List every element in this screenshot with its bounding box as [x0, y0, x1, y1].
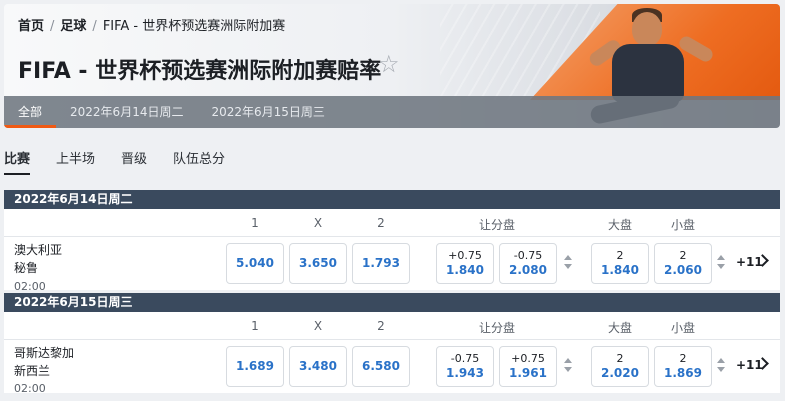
col-draw: X [313, 216, 323, 230]
under-button[interactable]: 2 1.869 [654, 346, 712, 387]
match-row[interactable]: 澳大利亚 秘鲁 02:00 5.040 3.650 1.793 +0.75 1.… [4, 237, 780, 293]
handicap-line: +0.75 [511, 352, 545, 365]
col-under: 小盘 [670, 321, 695, 335]
handicap-home-button[interactable]: +0.75 1.840 [436, 243, 494, 284]
breadcrumb-separator: / [50, 19, 55, 34]
col-handicap: 让分盘 [478, 321, 515, 335]
home-team[interactable]: 澳大利亚 [14, 241, 62, 258]
over-button[interactable]: 2 2.020 [591, 346, 649, 387]
under-button[interactable]: 2 2.060 [654, 243, 712, 284]
total-line: 2 [616, 249, 624, 262]
odds-value: 5.040 [236, 256, 274, 270]
odds-away-button[interactable]: 6.580 [352, 346, 410, 387]
sort-arrows-icon[interactable] [717, 358, 725, 374]
odds-value: 1.840 [446, 263, 484, 277]
star-icon[interactable]: ☆ [378, 50, 400, 78]
col-away-win: 2 [377, 216, 385, 230]
tab-date-jun14[interactable]: 2022年6月14日周二 [56, 96, 197, 128]
col-over: 大盘 [607, 321, 632, 335]
tab-all-dates[interactable]: 全部 [4, 96, 57, 128]
breadcrumb-separator: / [92, 19, 97, 34]
sort-arrows-icon[interactable] [564, 358, 572, 374]
handicap-line: +0.75 [448, 249, 482, 262]
match-row[interactable]: 哥斯达黎加 新西兰 02:00 1.689 3.480 6.580 -0.75 … [4, 340, 780, 395]
section-date-header: 2022年6月15日周三 [4, 293, 780, 312]
breadcrumb-home[interactable]: 首页 [18, 15, 44, 34]
odds-value: 1.961 [509, 366, 547, 380]
odds-value: 6.580 [362, 359, 400, 373]
odds-value: 1.793 [362, 256, 400, 270]
handicap-line: -0.75 [513, 249, 543, 262]
tab-team-totals[interactable]: 队伍总分 [173, 148, 225, 175]
col-handicap: 让分盘 [478, 218, 515, 232]
total-line: 2 [679, 249, 687, 262]
odds-draw-button[interactable]: 3.650 [289, 243, 347, 284]
col-draw: X [313, 319, 323, 333]
odds-value: 1.869 [664, 366, 702, 380]
odds-home-button[interactable]: 1.689 [226, 346, 284, 387]
handicap-line: -0.75 [450, 352, 480, 365]
odds-value: 1.943 [446, 366, 484, 380]
tab-date-jun15[interactable]: 2022年6月15日周三 [197, 96, 338, 128]
match-section: 2022年6月15日周三 1 X 2 让分盘 大盘 小盘 哥斯达黎加 新西兰 0… [4, 293, 780, 395]
odds-value: 2.060 [664, 263, 702, 277]
total-line: 2 [616, 352, 624, 365]
col-away-win: 2 [377, 319, 385, 333]
col-over: 大盘 [607, 218, 632, 232]
odds-value: 1.840 [601, 263, 639, 277]
odds-value: 1.689 [236, 359, 274, 373]
breadcrumb: 首页 / 足球 / FIFA - 世界杯预选赛洲际附加赛 [18, 15, 285, 34]
away-team[interactable]: 新西兰 [14, 362, 50, 379]
odds-draw-button[interactable]: 3.480 [289, 346, 347, 387]
column-header-row: 1 X 2 让分盘 大盘 小盘 [4, 312, 780, 340]
tab-qualification[interactable]: 晋级 [121, 148, 147, 175]
header-banner: 首页 / 足球 / FIFA - 世界杯预选赛洲际附加赛 FIFA - 世界杯预选赛洲际… [4, 4, 780, 128]
sort-arrows-icon[interactable] [564, 255, 572, 271]
player-head [632, 12, 662, 46]
section-date-header: 2022年6月14日周二 [4, 190, 780, 209]
col-under: 小盘 [670, 218, 695, 232]
odds-value: 2.080 [509, 263, 547, 277]
home-team[interactable]: 哥斯达黎加 [14, 344, 74, 361]
handicap-home-button[interactable]: -0.75 1.943 [436, 346, 494, 387]
total-line: 2 [679, 352, 687, 365]
odds-home-button[interactable]: 5.040 [226, 243, 284, 284]
breadcrumb-sport[interactable]: 足球 [60, 15, 86, 34]
breadcrumb-current: FIFA - 世界杯预选赛洲际附加赛 [102, 19, 286, 34]
tab-first-half[interactable]: 上半场 [56, 148, 95, 175]
handicap-away-button[interactable]: -0.75 2.080 [499, 243, 557, 284]
odds-value: 3.650 [299, 256, 337, 270]
odds-away-button[interactable]: 1.793 [352, 243, 410, 284]
odds-value: 3.480 [299, 359, 337, 373]
odds-value: 2.020 [601, 366, 639, 380]
market-tabs: 比赛 上半场 晋级 队伍总分 [4, 148, 251, 175]
tab-match[interactable]: 比赛 [4, 148, 31, 175]
match-section: 2022年6月14日周二 1 X 2 让分盘 大盘 小盘 澳大利亚 秘鲁 02:… [4, 190, 780, 293]
sort-arrows-icon[interactable] [717, 255, 725, 271]
col-home-win: 1 [251, 319, 259, 333]
date-tabs: 全部 2022年6月14日周二 2022年6月15日周三 [4, 96, 780, 128]
column-header-row: 1 X 2 让分盘 大盘 小盘 [4, 209, 780, 237]
page-title: FIFA - 世界杯预选赛洲际附加赛赔率 [18, 59, 382, 84]
away-team[interactable]: 秘鲁 [14, 259, 38, 276]
over-button[interactable]: 2 1.840 [591, 243, 649, 284]
handicap-away-button[interactable]: +0.75 1.961 [499, 346, 557, 387]
match-time: 02:00 [14, 280, 46, 293]
match-time: 02:00 [14, 382, 46, 395]
col-home-win: 1 [251, 216, 259, 230]
